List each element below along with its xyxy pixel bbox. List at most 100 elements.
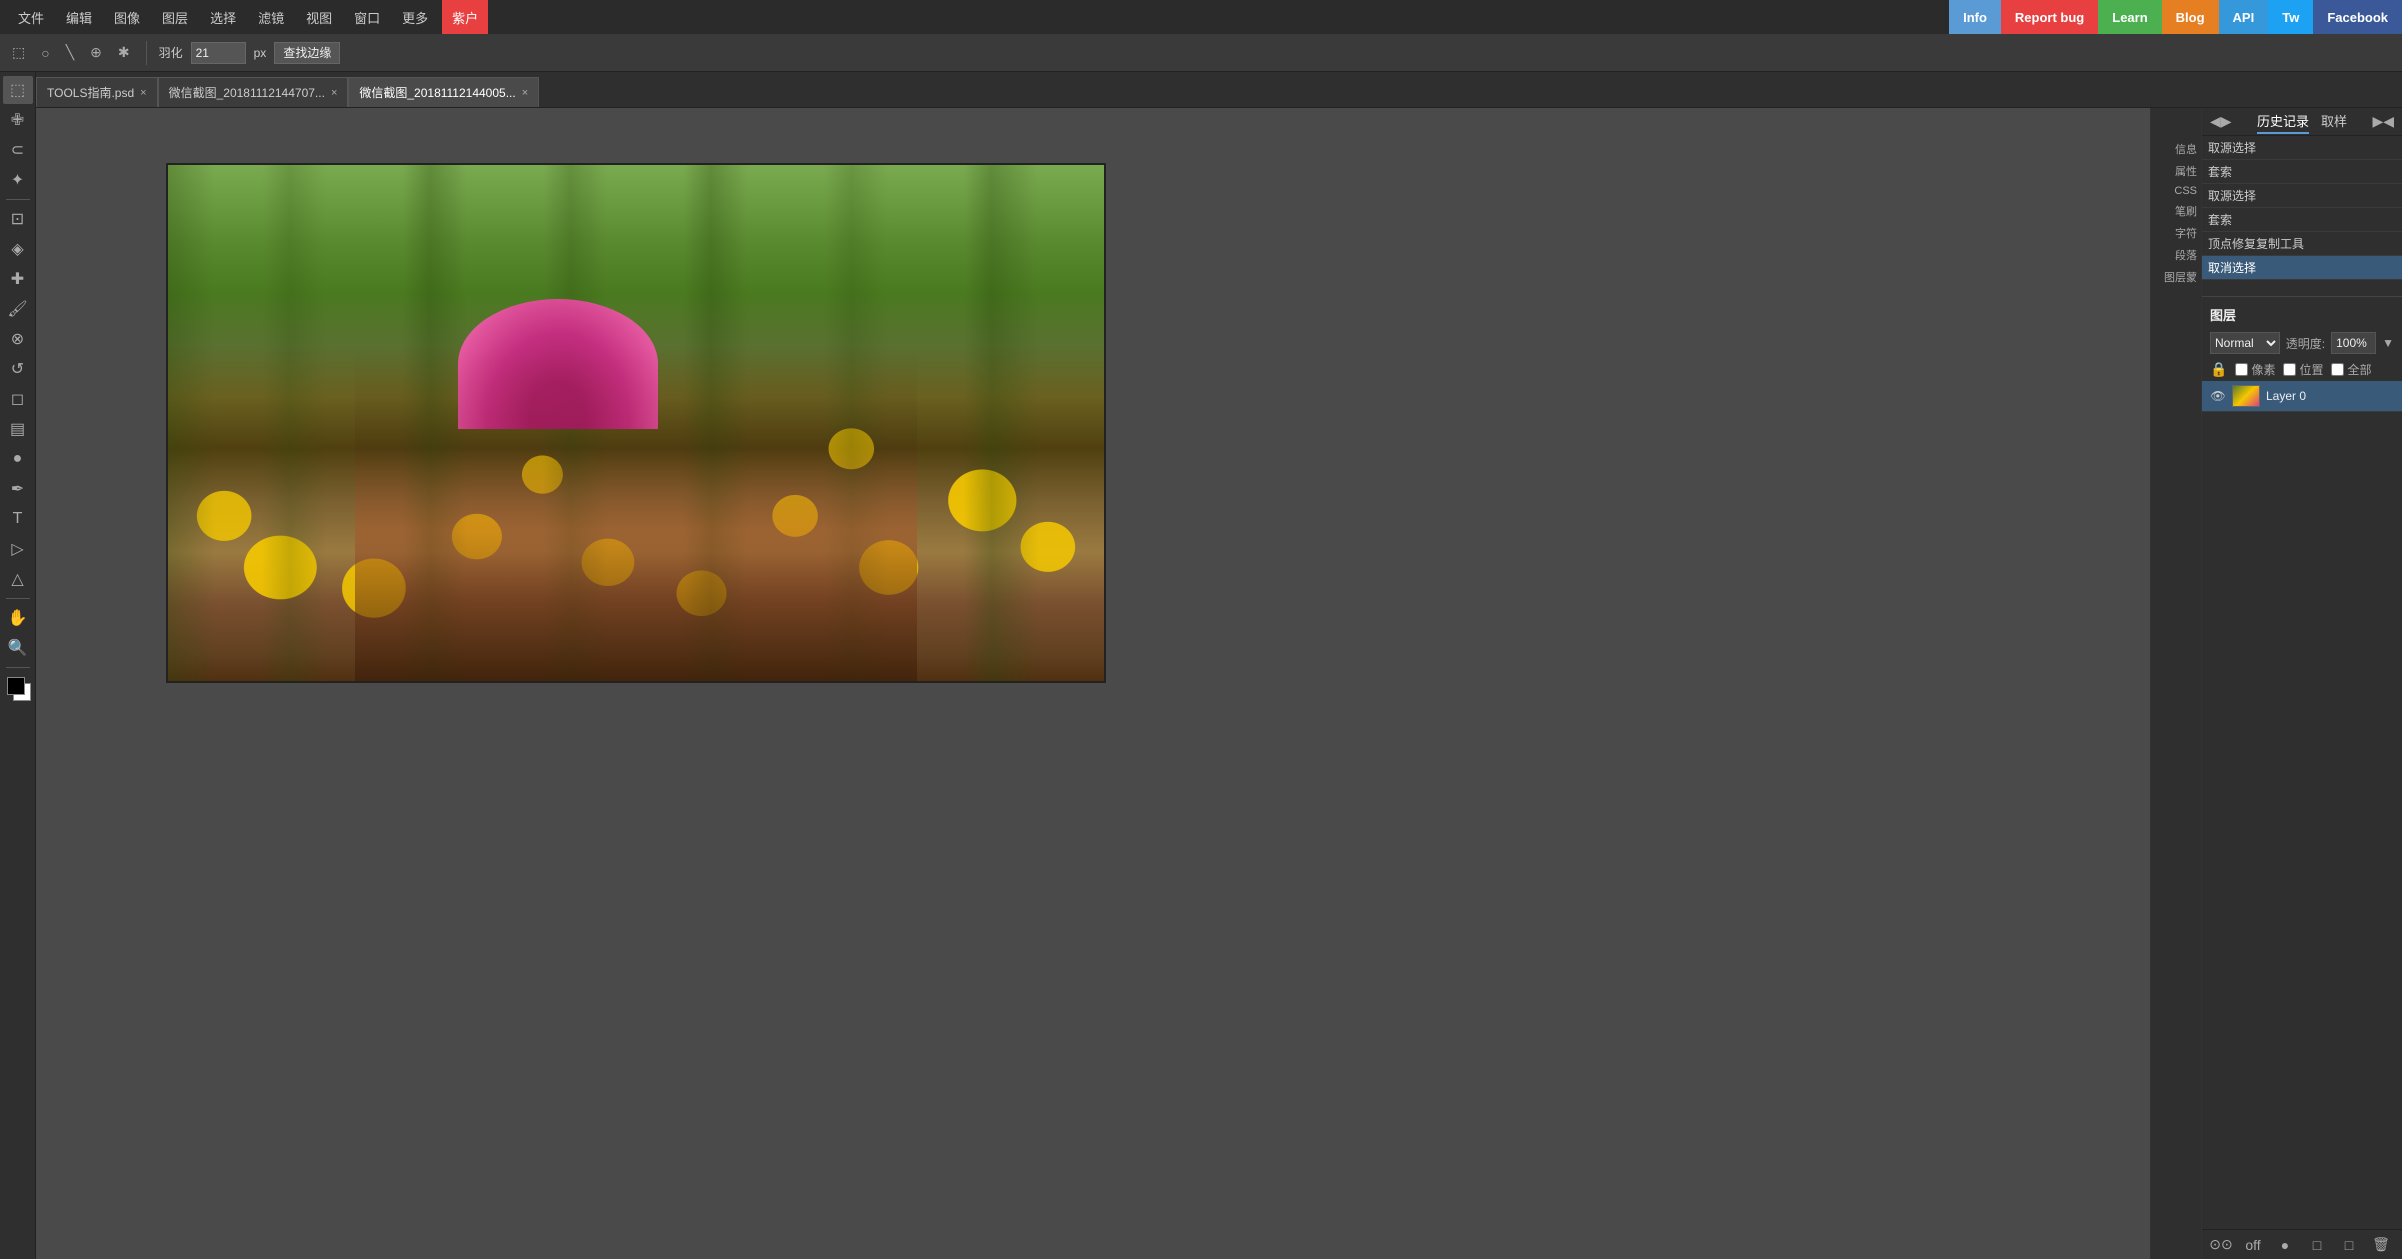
blog-nav-button[interactable]: Blog [2162,0,2219,34]
tool-heal[interactable]: ✚ [3,265,33,293]
lock-icon[interactable]: 🔒 [2210,361,2227,378]
menu-more[interactable]: 更多 [394,0,436,34]
top-nav-bar: 文件 编辑 图像 图层 选择 滤镜 视图 窗口 更多 紫户 Info Repor… [0,0,2402,34]
check-pixels[interactable] [2235,363,2248,376]
options-toolbar: ⬚ ○ ╲ ⊕ ✱ 羽化 px 查找边缘 [0,34,2402,72]
history-item-1[interactable]: 套索 [2202,160,2402,184]
layers-bottom-bar: ⊙⊙ off ● □ □ 🗑 [2202,1229,2402,1259]
history-tab[interactable]: 历史记录 [2257,109,2309,134]
tab-label-tools: TOOLS指南.psd [47,84,134,101]
content-area: ⬚ ✙ ⊂ ✦ ⊡ ◈ ✚ 🖌 ⊗ ↺ ◻ ▤ ● ✒ T ▷ △ ✋ 🔍 [0,72,2402,1259]
learn-nav-button[interactable]: Learn [2098,0,2161,34]
tool-sep-3 [6,667,30,668]
menu-image[interactable]: 图像 [106,0,148,34]
facebook-nav-button[interactable]: Facebook [2313,0,2402,34]
history-item-2[interactable]: 取源选择 [2202,184,2402,208]
check-edge-button[interactable]: 查找边缘 [274,42,340,64]
user-button[interactable]: 紫户 [442,0,488,34]
bottom-icon-record[interactable]: ⊙⊙ [2210,1234,2232,1256]
tool-magic-wand[interactable]: ✦ [3,166,33,194]
bottom-icon-group[interactable]: □ [2306,1234,2328,1256]
tool-lasso[interactable]: ⊂ [3,136,33,164]
toolbar-separator-1 [146,41,147,65]
tool-indicator-1: ⬚ [8,44,29,61]
reportbug-nav-button[interactable]: Report bug [2001,0,2098,34]
canvas-container[interactable] [36,108,2150,1259]
info-nav-button[interactable]: Info [1949,0,2001,34]
tab-wechat-1[interactable]: 微信截图_20181112144707... × [158,77,349,107]
tab-close-wechat1[interactable]: × [331,87,337,99]
menu-file[interactable]: 文件 [10,0,52,34]
layer-lock-row: 🔒 像素 位置 全部 [2202,358,2402,381]
opacity-dropdown-icon[interactable]: ▼ [2382,336,2394,350]
menu-edit[interactable]: 编辑 [58,0,100,34]
tool-shape[interactable]: △ [3,565,33,593]
menu-view[interactable]: 视图 [298,0,340,34]
tool-eraser[interactable]: ◻ [3,385,33,413]
tool-crop[interactable]: ⊡ [3,205,33,233]
tool-select-rect[interactable]: ⬚ [3,76,33,104]
info-label-layers: 图层蒙 [2151,266,2201,288]
layer-visibility-0[interactable]: 👁 [2210,388,2226,404]
tab-wechat-2[interactable]: 微信截图_20181112144005... × [348,77,539,107]
color-swatches[interactable] [3,677,33,705]
opacity-input[interactable] [2331,332,2376,354]
layers-title: 图层 [2202,301,2402,328]
history-list: 取源选择 套索 取源选择 套索 顶点修复复制工具 取消选择 [2202,136,2402,296]
bottom-icon-new[interactable]: □ [2338,1234,2360,1256]
menu-layer[interactable]: 图层 [154,0,196,34]
tool-path[interactable]: ▷ [3,535,33,563]
tool-gradient[interactable]: ▤ [3,415,33,443]
info-label-pen: 笔刷 [2151,200,2201,222]
bottom-icon-off[interactable]: off [2242,1234,2264,1256]
layer-row-0[interactable]: 👁 Layer 0 [2202,381,2402,412]
history-item-0[interactable]: 取源选择 [2202,136,2402,160]
tool-clone[interactable]: ⊗ [3,325,33,353]
tool-brush[interactable]: 🖌 [3,295,33,323]
tool-dodge[interactable]: ● [3,445,33,473]
menu-window[interactable]: 窗口 [346,0,388,34]
app: 文件 编辑 图像 图层 选择 滤镜 视图 窗口 更多 紫户 Info Repor… [0,0,2402,1259]
collapse-left-button[interactable]: ◀▶ [2210,113,2232,130]
center-right-area: TOOLS指南.psd × 微信截图_20181112144707... × 微… [36,72,2402,1259]
canvas-image-frame [166,163,1106,683]
bottom-icon-mask[interactable]: ● [2274,1234,2296,1256]
menu-filter[interactable]: 滤镜 [250,0,292,34]
opacity-label: 透明度: [2286,335,2325,352]
tool-history-brush[interactable]: ↺ [3,355,33,383]
menu-select[interactable]: 选择 [202,0,244,34]
tab-label-wechat2: 微信截图_20181112144005... [359,84,515,101]
tab-tools-guide[interactable]: TOOLS指南.psd × [36,77,158,107]
collapse-right-button[interactable]: ▶◀ [2372,113,2394,130]
api-nav-button[interactable]: API [2219,0,2269,34]
tab-close-tools[interactable]: × [140,87,146,99]
bottom-icon-delete[interactable]: 🗑 [2370,1234,2392,1256]
tool-zoom[interactable]: 🔍 [3,634,33,662]
layer-mode-row: Normal 透明度: ▼ [2202,328,2402,358]
layer-check-position: 位置 [2283,361,2323,378]
check-position[interactable] [2283,363,2296,376]
tool-type[interactable]: T [3,505,33,533]
tool-move[interactable]: ✙ [3,106,33,134]
layer-check-all: 全部 [2331,361,2371,378]
feather-input[interactable] [191,42,246,64]
sampler-tab[interactable]: 取样 [2321,109,2347,134]
tab-close-wechat2[interactable]: × [522,87,528,99]
canvas-panels-area: 信息 属性 CSS 笔刷 字符 段落 图层蒙 ◀▶ 历史记录 取样 [36,108,2402,1259]
tool-pen[interactable]: ✒ [3,475,33,503]
tool-eyedropper[interactable]: ◈ [3,235,33,263]
layer-thumbnail-0 [2232,385,2260,407]
tw-nav-button[interactable]: Tw [2268,0,2313,34]
tool-hand[interactable]: ✋ [3,604,33,632]
history-item-3[interactable]: 套索 [2202,208,2402,232]
layer-mode-select[interactable]: Normal [2210,332,2280,354]
tool-sep-2 [6,598,30,599]
check-all[interactable] [2331,363,2344,376]
people-overlay [355,346,917,681]
nav-buttons: Info Report bug Learn Blog API Tw Facebo… [1949,0,2402,34]
history-item-5[interactable]: 取消选择 [2202,256,2402,280]
foreground-color-swatch[interactable] [7,677,25,695]
history-item-4[interactable]: 顶点修复复制工具 [2202,232,2402,256]
info-label-css: CSS [2151,182,2201,200]
layer-name-0: Layer 0 [2266,389,2394,403]
